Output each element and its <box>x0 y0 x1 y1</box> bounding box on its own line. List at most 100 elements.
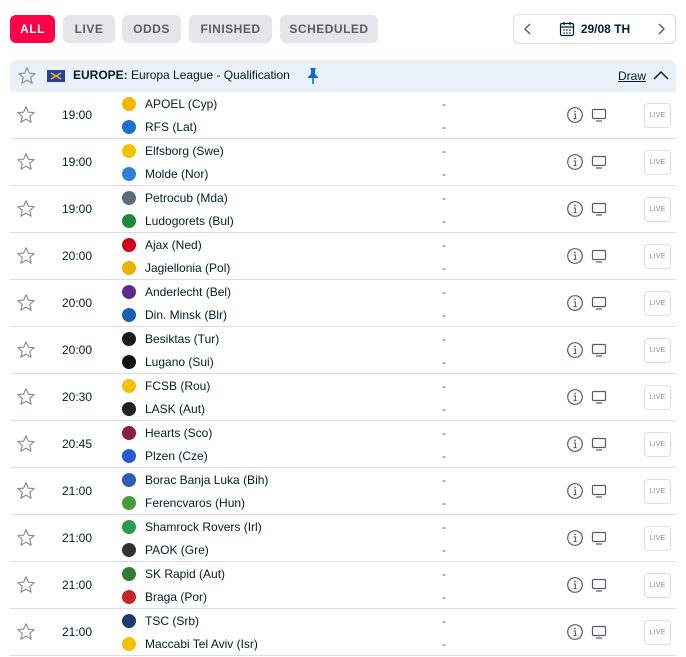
favorite-match-star-icon[interactable] <box>16 293 36 313</box>
live-stream-button[interactable]: LIVE <box>644 526 671 551</box>
match-row[interactable]: 19:00 Elfsborg (Swe) Molde (Nor) - - LIV… <box>10 139 676 186</box>
filter-scheduled-button[interactable]: SCHEDULED <box>280 15 378 43</box>
filter-all-button[interactable]: ALL <box>10 15 55 43</box>
tv-icon[interactable] <box>591 436 607 452</box>
live-stream-button[interactable]: LIVE <box>644 338 671 363</box>
chevron-left-icon <box>524 23 531 35</box>
match-row[interactable]: 20:00 Besiktas (Tur) Lugano (Sui) - - LI… <box>10 327 676 374</box>
info-icon[interactable] <box>566 435 584 453</box>
home-team-logo-icon <box>122 473 136 487</box>
away-score: - <box>442 167 446 181</box>
info-icon[interactable] <box>566 576 584 594</box>
match-row[interactable]: 21:00 TSC (Srb) Maccabi Tel Aviv (Isr) -… <box>10 609 676 656</box>
match-row[interactable]: 21:00 SK Rapid (Aut) Braga (Por) - - LIV… <box>10 562 676 609</box>
home-team: Besiktas (Tur) <box>122 330 219 348</box>
live-stream-button[interactable]: LIVE <box>644 244 671 269</box>
home-team-logo-icon <box>122 285 136 299</box>
away-team-name: Maccabi Tel Aviv (Isr) <box>145 637 258 651</box>
tv-icon[interactable] <box>591 248 607 264</box>
favorite-match-star-icon[interactable] <box>16 528 36 548</box>
away-team-logo-icon <box>122 214 136 228</box>
match-time: 21:00 <box>62 484 93 498</box>
match-row[interactable]: 19:00 Petrocub (Mda) Ludogorets (Bul) - … <box>10 186 676 233</box>
info-icon[interactable] <box>566 341 584 359</box>
favorite-league-star-icon[interactable] <box>17 66 37 86</box>
live-stream-button[interactable]: LIVE <box>644 479 671 504</box>
live-stream-button[interactable]: LIVE <box>644 103 671 128</box>
info-icon[interactable] <box>566 294 584 312</box>
home-team-logo-icon <box>122 426 136 440</box>
match-row[interactable]: 19:00 APOEL (Cyp) RFS (Lat) - - LIVE <box>10 92 676 139</box>
live-stream-button[interactable]: LIVE <box>644 291 671 316</box>
info-icon[interactable] <box>566 200 584 218</box>
favorite-match-star-icon[interactable] <box>16 434 36 454</box>
prev-day-button[interactable] <box>514 15 542 43</box>
tv-icon[interactable] <box>591 389 607 405</box>
live-stream-button[interactable]: LIVE <box>644 620 671 645</box>
live-stream-button[interactable]: LIVE <box>644 150 671 175</box>
info-icon[interactable] <box>566 106 584 124</box>
league-title[interactable]: EUROPE: Europa League - Qualification <box>73 68 290 82</box>
draw-link[interactable]: Draw <box>618 69 646 83</box>
tv-icon[interactable] <box>591 295 607 311</box>
tv-icon[interactable] <box>591 342 607 358</box>
tv-icon[interactable] <box>591 154 607 170</box>
filter-live-button[interactable]: LIVE <box>63 15 115 43</box>
away-score: - <box>442 214 446 228</box>
favorite-match-star-icon[interactable] <box>16 105 36 125</box>
favorite-match-star-icon[interactable] <box>16 387 36 407</box>
chevron-up-icon[interactable] <box>652 67 670 85</box>
favorite-match-star-icon[interactable] <box>16 481 36 501</box>
match-row[interactable]: 20:30 FCSB (Rou) LASK (Aut) - - LIVE <box>10 374 676 421</box>
live-stream-button[interactable]: LIVE <box>644 197 671 222</box>
live-stream-button[interactable]: LIVE <box>644 432 671 457</box>
match-row[interactable]: 21:00 Shamrock Rovers (Irl) PAOK (Gre) -… <box>10 515 676 562</box>
match-time: 21:00 <box>62 578 93 592</box>
filter-finished-button[interactable]: FINISHED <box>189 15 272 43</box>
next-day-button[interactable] <box>647 15 675 43</box>
info-icon[interactable] <box>566 247 584 265</box>
away-score: - <box>442 637 446 651</box>
info-icon[interactable] <box>566 153 584 171</box>
favorite-match-star-icon[interactable] <box>16 340 36 360</box>
live-stream-button[interactable]: LIVE <box>644 573 671 598</box>
favorite-match-star-icon[interactable] <box>16 246 36 266</box>
favorite-match-star-icon[interactable] <box>16 622 36 642</box>
date-display-button[interactable]: 29/08 TH <box>542 21 647 37</box>
away-team-logo-icon <box>122 449 136 463</box>
home-score: - <box>442 379 446 393</box>
info-icon[interactable] <box>566 388 584 406</box>
tv-icon[interactable] <box>591 624 607 640</box>
info-icon[interactable] <box>566 482 584 500</box>
home-team-logo-icon <box>122 238 136 252</box>
away-team-logo-icon <box>122 167 136 181</box>
home-team-name: TSC (Srb) <box>145 614 199 628</box>
away-score: - <box>442 308 446 322</box>
home-team-name: Besiktas (Tur) <box>145 332 220 346</box>
filter-odds-button[interactable]: ODDS <box>122 15 181 43</box>
tv-icon[interactable] <box>591 483 607 499</box>
home-score: - <box>442 144 446 158</box>
tv-icon[interactable] <box>591 107 607 123</box>
info-icon[interactable] <box>566 623 584 641</box>
match-row[interactable]: 20:45 Hearts (Sco) Plzen (Cze) - - LIVE <box>10 421 676 468</box>
favorite-match-star-icon[interactable] <box>16 575 36 595</box>
tv-icon[interactable] <box>591 530 607 546</box>
home-team: Hearts (Sco) <box>122 424 212 442</box>
league-header: EUROPE: Europa League - Qualification Dr… <box>10 60 676 92</box>
away-team-logo-icon <box>122 261 136 275</box>
away-team-name: Braga (Por) <box>145 590 208 604</box>
match-row[interactable]: 20:00 Anderlecht (Bel) Din. Minsk (Blr) … <box>10 280 676 327</box>
info-icon[interactable] <box>566 529 584 547</box>
tv-icon[interactable] <box>591 201 607 217</box>
tv-icon[interactable] <box>591 577 607 593</box>
match-row[interactable]: 20:00 Ajax (Ned) Jagiellonia (Pol) - - L… <box>10 233 676 280</box>
home-team: Borac Banja Luka (Bih) <box>122 471 268 489</box>
home-team: FCSB (Rou) <box>122 377 210 395</box>
favorite-match-star-icon[interactable] <box>16 152 36 172</box>
pin-icon[interactable] <box>307 67 319 85</box>
match-row[interactable]: 21:00 Borac Banja Luka (Bih) Ferencvaros… <box>10 468 676 515</box>
away-score: - <box>442 355 446 369</box>
live-stream-button[interactable]: LIVE <box>644 385 671 410</box>
favorite-match-star-icon[interactable] <box>16 199 36 219</box>
